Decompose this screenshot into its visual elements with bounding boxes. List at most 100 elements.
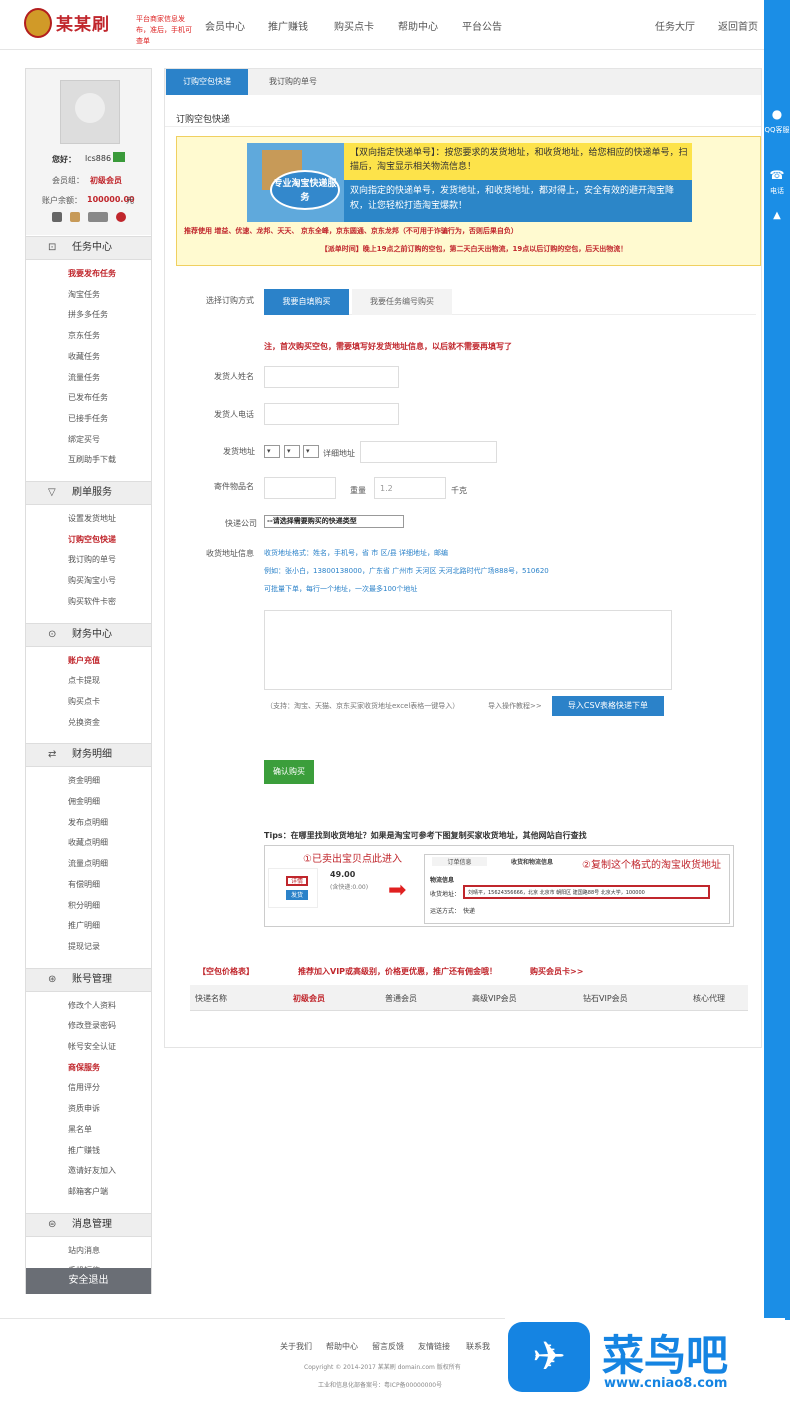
sidebar-item[interactable]: 京东任务 bbox=[68, 330, 100, 341]
sidebar-item[interactable]: 发布点明细 bbox=[68, 817, 108, 828]
phone-icon[interactable]: ☎ bbox=[764, 168, 790, 182]
sidebar-item[interactable]: 邮箱客户端 bbox=[68, 1186, 108, 1197]
greeting-label: 您好： bbox=[52, 155, 76, 164]
sidebar-section-1[interactable]: 任务中心 bbox=[26, 236, 151, 260]
sidebar-item[interactable]: 商保服务 bbox=[68, 1062, 100, 1073]
sidebar-item[interactable]: 账户充值 bbox=[68, 655, 100, 666]
buy-member-card-link[interactable]: 购买会员卡>> bbox=[530, 966, 583, 977]
sidebar-section-2[interactable]: 刷单服务 bbox=[26, 481, 151, 505]
tip-step2: ②复制这个格式的淘宝收货地址 bbox=[582, 860, 721, 871]
detail-address-input[interactable] bbox=[360, 441, 497, 463]
sidebar-item[interactable]: 黑名单 bbox=[68, 1124, 92, 1135]
mail-icon[interactable] bbox=[52, 212, 62, 222]
recv-address-textarea[interactable] bbox=[264, 610, 672, 690]
sidebar-item[interactable]: 修改登录密码 bbox=[68, 1020, 116, 1031]
import-guide-link[interactable]: 导入操作教程>> bbox=[488, 701, 542, 711]
logo-text[interactable]: 某某刷 bbox=[56, 10, 110, 35]
confirm-buy-button[interactable]: 确认购买 bbox=[264, 760, 314, 784]
province-select[interactable]: ▾ bbox=[264, 445, 280, 458]
logout-button[interactable]: 安全退出 bbox=[26, 1268, 151, 1294]
card-icon[interactable] bbox=[88, 212, 108, 222]
sidebar-item[interactable]: 已发布任务 bbox=[68, 392, 108, 403]
sidebar-item[interactable]: 修改个人资料 bbox=[68, 1000, 116, 1011]
footer-help[interactable]: 帮助中心 bbox=[326, 1341, 358, 1352]
sidebar-item[interactable]: 资质申诉 bbox=[68, 1103, 100, 1114]
method-tab-task[interactable]: 我要任务编号购买 bbox=[352, 289, 452, 315]
sidebar-item[interactable]: 绑定买号 bbox=[68, 434, 100, 445]
sidebar-item[interactable]: 资金明细 bbox=[68, 775, 100, 786]
nav-home[interactable]: 返回首页 bbox=[718, 18, 758, 33]
nav-member-center[interactable]: 会员中心 bbox=[205, 18, 245, 33]
sender-name-input[interactable] bbox=[264, 366, 399, 388]
sidebar-item[interactable]: 提现记录 bbox=[68, 941, 100, 952]
sidebar-item[interactable]: 我要发布任务 bbox=[68, 268, 116, 279]
footer-contact[interactable]: 联系我 bbox=[466, 1341, 490, 1352]
sidebar-item[interactable]: 推广明细 bbox=[68, 920, 100, 931]
nav-task-hall[interactable]: 任务大厅 bbox=[655, 18, 695, 33]
sidebar-section-6[interactable]: 消息管理 bbox=[26, 1212, 151, 1237]
tip-tab-logistic: 收货和物流信息 bbox=[510, 859, 553, 866]
sender-phone-input[interactable] bbox=[264, 403, 399, 425]
sidebar-item[interactable]: 已接手任务 bbox=[68, 413, 108, 424]
footer-feedback[interactable]: 留言反馈 bbox=[372, 1341, 404, 1352]
qq-icon[interactable]: ● bbox=[764, 107, 790, 121]
tab-order-express[interactable]: 订购空包快递 bbox=[166, 69, 248, 95]
sender-address-label: 发货地址 bbox=[223, 447, 255, 456]
sidebar-item[interactable]: 推广赚钱 bbox=[68, 1145, 100, 1156]
city-select[interactable]: ▾ bbox=[284, 445, 300, 458]
sidebar-section-4[interactable]: 财务明细 bbox=[26, 743, 151, 768]
recommend-line: 推荐使用 增益、优速、龙邦、天天、 京东全峰，京东圆通、京东龙邦（不可用于诈骗行… bbox=[184, 227, 518, 235]
sidebar-item[interactable]: 拼多多任务 bbox=[68, 309, 108, 320]
weight-input[interactable]: 1.2 bbox=[374, 477, 446, 499]
message-icon[interactable] bbox=[113, 152, 125, 162]
sidebar-section-5[interactable]: 账号管理 bbox=[26, 967, 151, 992]
courier-select[interactable]: --请选择需要购买的快递类型 bbox=[264, 515, 404, 528]
courier-label: 快递公司 bbox=[225, 519, 257, 528]
tab-my-orders[interactable]: 我订购的单号 bbox=[250, 69, 336, 95]
sidebar-item[interactable]: 邀请好友加入 bbox=[68, 1165, 116, 1176]
nav-help[interactable]: 帮助中心 bbox=[398, 18, 438, 33]
sidebar-item[interactable]: 收藏任务 bbox=[68, 351, 100, 362]
logo-crown-icon[interactable] bbox=[24, 8, 52, 38]
sidebar-item[interactable]: 设置发货地址 bbox=[68, 513, 116, 524]
sidebar-item[interactable]: 互刷助手下载 bbox=[68, 454, 116, 465]
nav-buy-points[interactable]: 购买点卡 bbox=[334, 18, 374, 33]
sidebar-item[interactable]: 站内消息 bbox=[68, 1245, 100, 1256]
sidebar-item[interactable]: 帐号安全认证 bbox=[68, 1041, 116, 1052]
bag-icon[interactable] bbox=[70, 212, 80, 222]
qq-service-label[interactable]: QQ客服 bbox=[764, 125, 790, 135]
method-tab-self[interactable]: 我要自填购买 bbox=[264, 289, 349, 315]
phone-label[interactable]: 电话 bbox=[764, 186, 790, 196]
sidebar-item[interactable]: 流量点明细 bbox=[68, 858, 108, 869]
footer-links[interactable]: 友情链接 bbox=[418, 1341, 450, 1352]
sidebar-item[interactable]: 我订购的单号 bbox=[68, 554, 116, 565]
section-icon: ⊜ bbox=[48, 1218, 57, 1230]
method-label: 选择订购方式 bbox=[206, 296, 254, 305]
sidebar-section-3[interactable]: 财务中心 bbox=[26, 622, 151, 647]
avatar[interactable] bbox=[60, 80, 120, 144]
sidebar-item[interactable]: 佣金明细 bbox=[68, 796, 100, 807]
district-select[interactable]: ▾ bbox=[303, 445, 319, 458]
sidebar-item[interactable]: 兑换资金 bbox=[68, 717, 100, 728]
sidebar-item[interactable]: 流量任务 bbox=[68, 372, 100, 383]
sidebar-item[interactable]: 点卡提现 bbox=[68, 675, 100, 686]
item-name-label: 寄件物品名 bbox=[214, 482, 254, 491]
import-support-note: （支持：淘宝、天猫、京东买家收货地址excel表格一键导入） bbox=[266, 702, 460, 710]
sidebar-item[interactable]: 淘宝任务 bbox=[68, 289, 100, 300]
sidebar-item[interactable]: 收藏点明细 bbox=[68, 837, 108, 848]
sidebar-item[interactable]: 信用评分 bbox=[68, 1082, 100, 1093]
sidebar-item[interactable]: 购买点卡 bbox=[68, 696, 100, 707]
nav-notice[interactable]: 平台公告 bbox=[462, 18, 502, 33]
footer-about[interactable]: 关于我们 bbox=[280, 1341, 312, 1352]
item-name-input[interactable] bbox=[264, 477, 336, 499]
sidebar-item[interactable]: 订购空包快递 bbox=[68, 534, 116, 545]
back-to-top-icon[interactable]: ▲ bbox=[764, 210, 790, 221]
sidebar-item[interactable]: 有偿明细 bbox=[68, 879, 100, 890]
import-csv-button[interactable]: 导入CSV表格快递下单 bbox=[552, 696, 664, 716]
settings-icon[interactable] bbox=[116, 212, 126, 222]
sidebar-item[interactable]: 购买淘宝小号 bbox=[68, 575, 116, 586]
sender-phone-label: 发货人电话 bbox=[214, 410, 254, 419]
nav-promote[interactable]: 推广赚钱 bbox=[268, 18, 308, 33]
sidebar-item[interactable]: 积分明细 bbox=[68, 900, 100, 911]
sidebar-item[interactable]: 购买软件卡密 bbox=[68, 596, 116, 607]
